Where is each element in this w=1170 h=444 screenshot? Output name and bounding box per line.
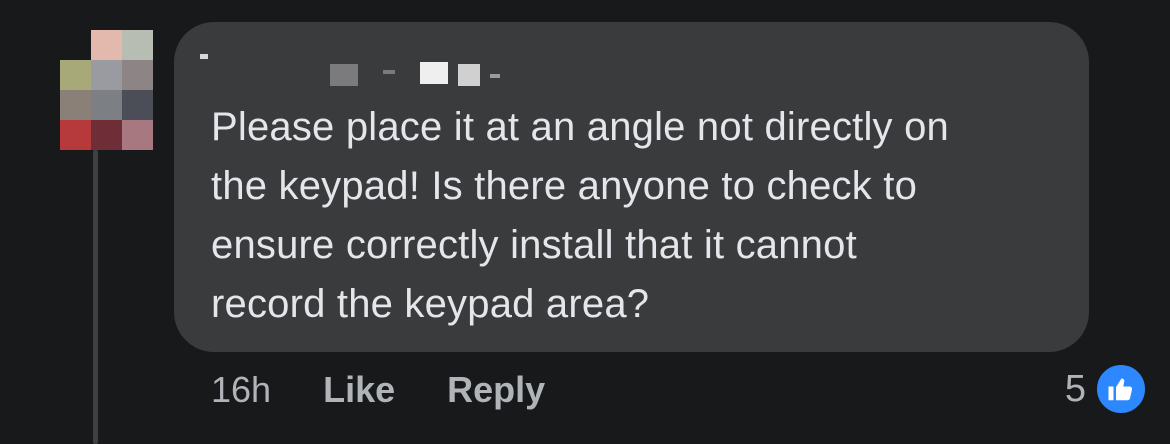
author-name-redacted[interactable] [200, 44, 520, 86]
avatar-pixel [91, 60, 122, 90]
reply-button[interactable]: Reply [447, 369, 545, 411]
avatar-pixel [91, 30, 122, 60]
avatar-pixel [122, 60, 153, 90]
comment-actions: 16h Like Reply [211, 366, 597, 414]
thread-line [93, 150, 98, 444]
avatar-pixel [60, 120, 91, 150]
avatar-pixel [122, 90, 153, 120]
avatar-pixel [91, 90, 122, 120]
avatar-pixel [122, 30, 153, 60]
avatar-pixel [60, 90, 91, 120]
avatar-pixel [91, 120, 122, 150]
avatar[interactable] [60, 30, 153, 150]
reaction-count[interactable]: 5 [1065, 368, 1086, 411]
comment-text: Please place it at an angle not directly… [211, 105, 949, 326]
reactions[interactable]: 5 [1065, 362, 1148, 416]
avatar-pixel [122, 120, 153, 150]
thumbs-up-icon [1094, 362, 1148, 416]
avatar-pixel [60, 60, 91, 90]
comment-timestamp[interactable]: 16h [211, 369, 271, 411]
like-button[interactable]: Like [323, 369, 395, 411]
